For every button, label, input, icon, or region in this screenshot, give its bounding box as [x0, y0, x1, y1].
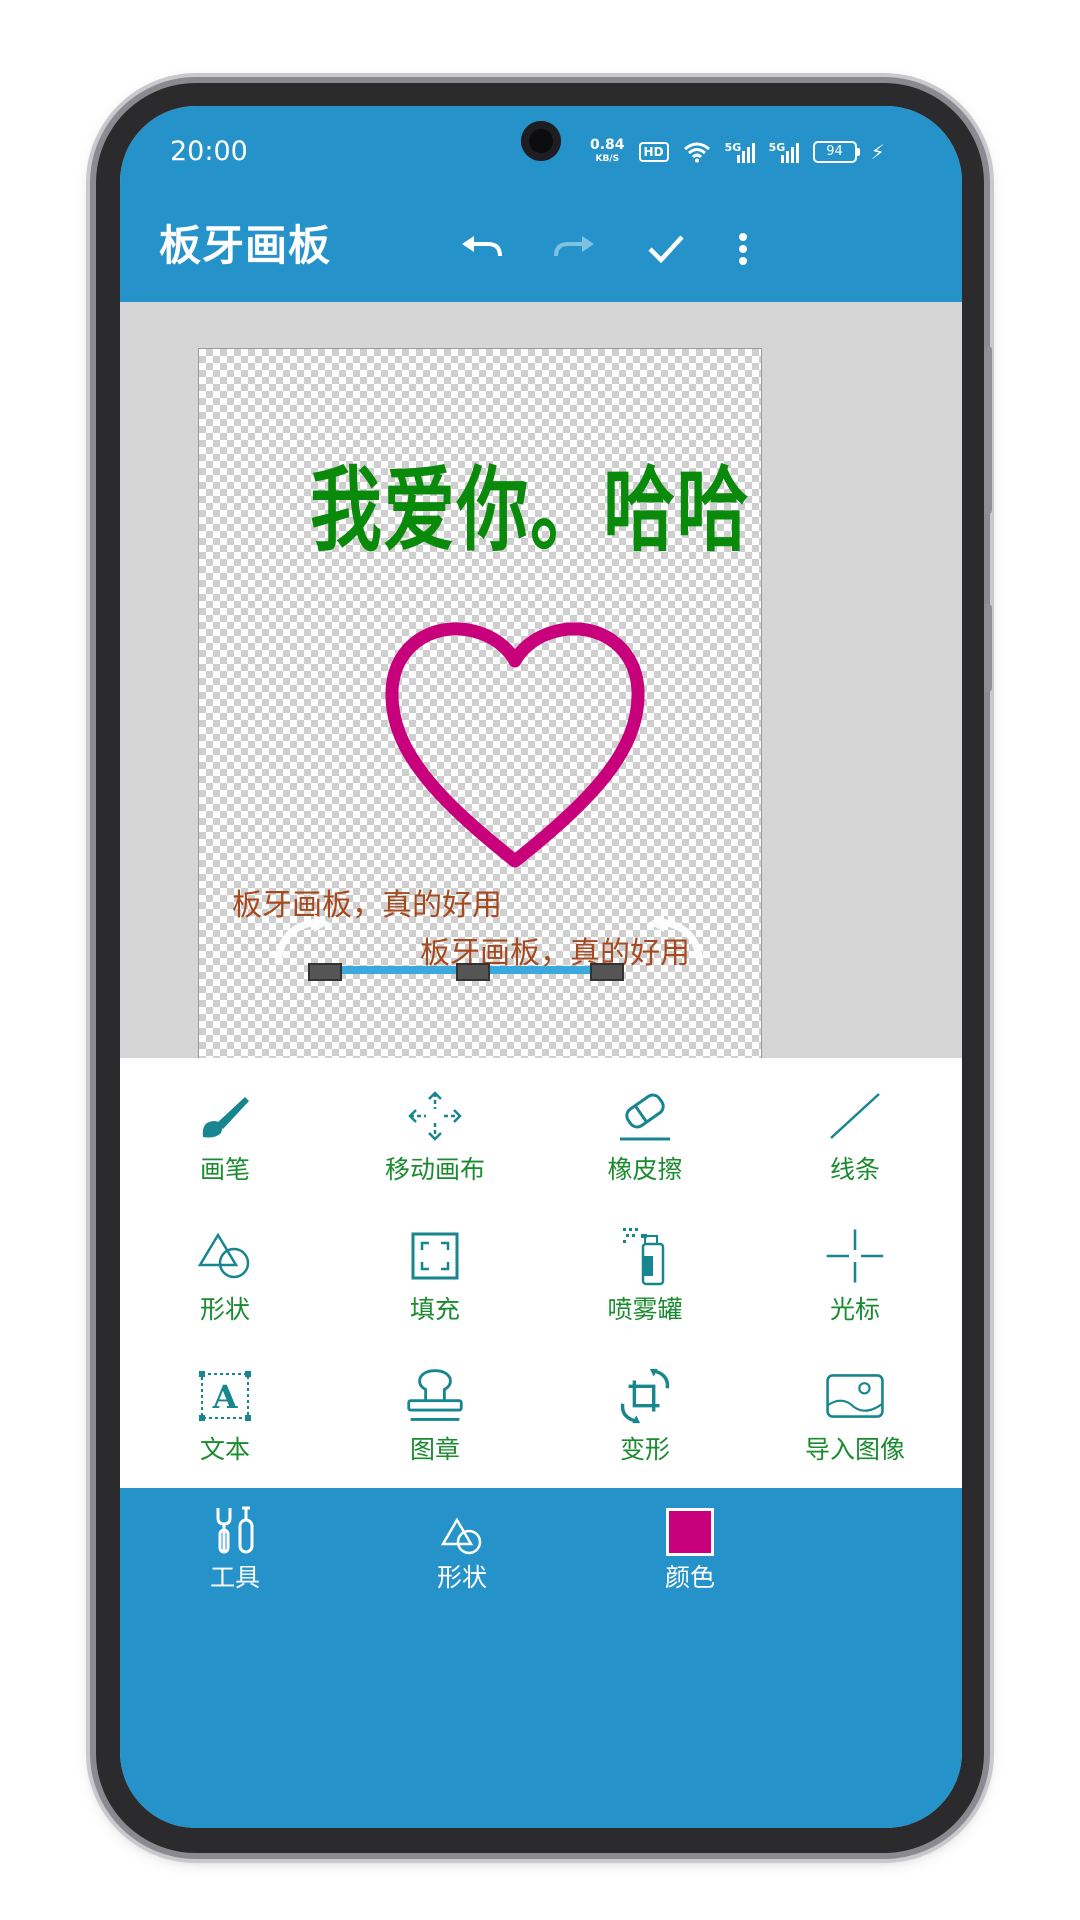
text-icon: A — [195, 1366, 255, 1426]
more-vert-icon[interactable] — [728, 221, 758, 277]
brush-icon — [195, 1086, 255, 1146]
nav-shapes[interactable]: 形状 — [382, 1488, 542, 1594]
charging-icon: ⚡ — [870, 140, 885, 164]
power-button — [984, 604, 992, 692]
volume-button — [984, 346, 992, 514]
tool-fill[interactable]: 填充 — [330, 1198, 540, 1338]
tool-cursor[interactable]: 光标 — [750, 1198, 960, 1338]
eraser-icon — [615, 1086, 675, 1146]
shapes-icon — [195, 1226, 255, 1286]
bottom-nav: 工具 形状 颜色 — [120, 1488, 962, 1828]
tool-spray[interactable]: 喷雾罐 — [540, 1198, 750, 1338]
rotate-handle-left-icon[interactable] — [270, 914, 338, 970]
fill-icon — [405, 1226, 465, 1286]
screen: 20:00 0.84 KB/S HD 5G 5G 94 ⚡ 板牙画板 我爱你。哈… — [120, 106, 962, 1828]
tool-line[interactable]: 线条 — [750, 1058, 960, 1198]
canvas-heart-shape[interactable] — [380, 621, 650, 891]
undo-icon[interactable] — [458, 221, 506, 277]
signal-sim1-icon: 5G — [725, 141, 755, 163]
transform-icon — [615, 1366, 675, 1426]
tool-move-canvas[interactable]: 移动画布 — [330, 1058, 540, 1198]
tool-eraser[interactable]: 橡皮擦 — [540, 1058, 750, 1198]
status-icons: 0.84 KB/S HD 5G 5G 94 ⚡ — [590, 132, 885, 172]
wifi-icon — [683, 142, 710, 163]
line-icon — [825, 1086, 885, 1146]
import-image-icon — [825, 1366, 885, 1426]
top-app-bar: 20:00 0.84 KB/S HD 5G 5G 94 ⚡ 板牙画板 — [120, 106, 962, 302]
check-icon[interactable] — [642, 221, 690, 277]
app-title: 板牙画板 — [159, 221, 332, 270]
tool-import-image[interactable]: 导入图像 — [750, 1338, 960, 1478]
selection-handle[interactable] — [456, 963, 490, 981]
hd-icon: HD — [638, 142, 669, 162]
tool-shapes[interactable]: 形状 — [120, 1198, 330, 1338]
status-time: 20:00 — [170, 136, 248, 167]
front-camera — [521, 121, 561, 161]
tool-text[interactable]: A 文本 — [120, 1338, 330, 1478]
nav-color[interactable]: 颜色 — [610, 1488, 770, 1594]
tool-brush[interactable]: 画笔 — [120, 1058, 330, 1198]
signal-sim2-icon: 5G — [769, 141, 799, 163]
selection-handle[interactable] — [590, 963, 624, 981]
battery-icon: 94 — [812, 141, 860, 163]
shapes-icon — [439, 1496, 485, 1556]
crosshair-icon — [825, 1226, 885, 1286]
color-swatch — [666, 1508, 714, 1556]
tool-transform[interactable]: 变形 — [540, 1338, 750, 1478]
redo-icon[interactable] — [550, 221, 598, 277]
stamp-icon — [405, 1366, 465, 1426]
canvas-text-main[interactable]: 我爱你。哈哈 — [310, 436, 750, 569]
color-swatch-icon — [666, 1496, 714, 1556]
selection-handle[interactable] — [308, 963, 342, 981]
wrench-icon — [212, 1496, 258, 1556]
network-speed: 0.84 KB/S — [590, 137, 625, 164]
nav-tools[interactable]: 工具 — [155, 1488, 315, 1594]
spray-icon — [615, 1226, 675, 1286]
svg-text:A: A — [212, 1378, 239, 1416]
move-icon — [405, 1086, 465, 1146]
tool-panel: 画笔 移动画布 橡皮擦 线条 形状 填充 喷雾罐 光标 A 文本 图章 变形 导… — [120, 1058, 962, 1488]
tool-stamp[interactable]: 图章 — [330, 1338, 540, 1478]
